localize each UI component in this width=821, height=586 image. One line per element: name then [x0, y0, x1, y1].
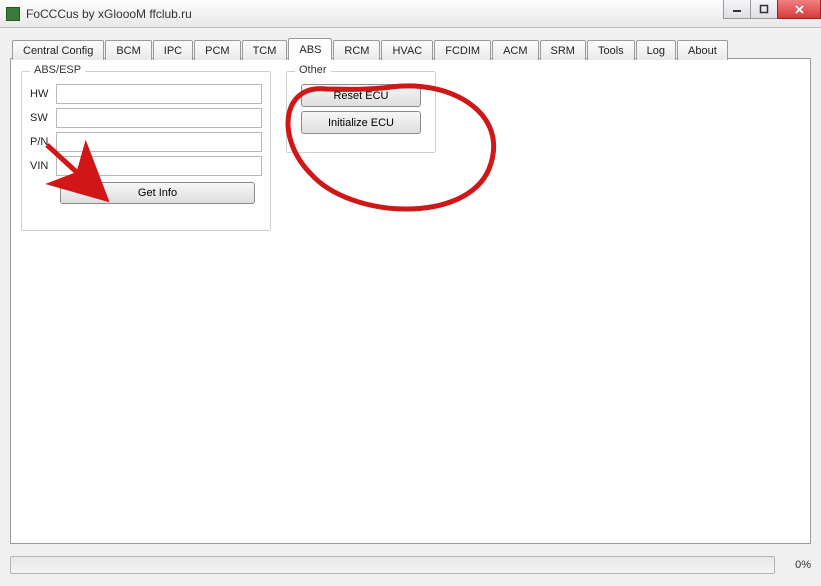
tab-srm[interactable]: SRM [540, 40, 586, 60]
client-area: Central Config BCM IPC PCM TCM ABS RCM H… [0, 28, 821, 586]
groupbox-other-legend: Other [295, 64, 331, 76]
tab-fcdim[interactable]: FCDIM [434, 40, 491, 60]
tab-rcm[interactable]: RCM [333, 40, 380, 60]
tab-tcm[interactable]: TCM [242, 40, 288, 60]
tab-ipc[interactable]: IPC [153, 40, 193, 60]
tabstrip: Central Config BCM IPC PCM TCM ABS RCM H… [10, 38, 811, 60]
get-info-button[interactable]: Get Info [60, 182, 255, 204]
tab-central-config[interactable]: Central Config [12, 40, 104, 60]
hw-input[interactable] [56, 84, 262, 104]
tabpanel-abs: ABS/ESP HW SW P/N VIN Get Info Other [10, 58, 811, 544]
sw-label: SW [30, 112, 56, 124]
vin-input[interactable] [56, 156, 262, 176]
tab-abs[interactable]: ABS [288, 38, 332, 60]
pn-input[interactable] [56, 132, 262, 152]
minimize-button[interactable] [723, 0, 751, 19]
pn-label: P/N [30, 136, 56, 148]
progress-bar [10, 556, 775, 574]
tab-pcm[interactable]: PCM [194, 40, 240, 60]
initialize-ecu-button[interactable]: Initialize ECU [301, 111, 421, 134]
close-icon [794, 4, 805, 15]
window-controls [724, 0, 821, 20]
sw-input[interactable] [56, 108, 262, 128]
reset-ecu-button[interactable]: Reset ECU [301, 84, 421, 107]
progress-percent: 0% [783, 559, 811, 571]
tab-hvac[interactable]: HVAC [381, 40, 433, 60]
titlebar: FoCCCus by xGloooM ffclub.ru [0, 0, 821, 28]
statusbar: 0% [10, 552, 811, 578]
minimize-icon [732, 4, 742, 14]
groupbox-abs-legend: ABS/ESP [30, 64, 85, 76]
maximize-icon [759, 4, 769, 14]
vin-label: VIN [30, 160, 56, 172]
groupbox-other: Other Reset ECU Initialize ECU [286, 71, 436, 153]
tab-bcm[interactable]: BCM [105, 40, 151, 60]
tab-about[interactable]: About [677, 40, 728, 60]
tab-tools[interactable]: Tools [587, 40, 635, 60]
tab-log[interactable]: Log [636, 40, 676, 60]
app-icon [6, 7, 20, 21]
maximize-button[interactable] [750, 0, 778, 19]
groupbox-abs-esp: ABS/ESP HW SW P/N VIN Get Info [21, 71, 271, 231]
hw-label: HW [30, 88, 56, 100]
window-title: FoCCCus by xGloooM ffclub.ru [26, 7, 192, 21]
close-button[interactable] [777, 0, 821, 19]
tab-acm[interactable]: ACM [492, 40, 538, 60]
